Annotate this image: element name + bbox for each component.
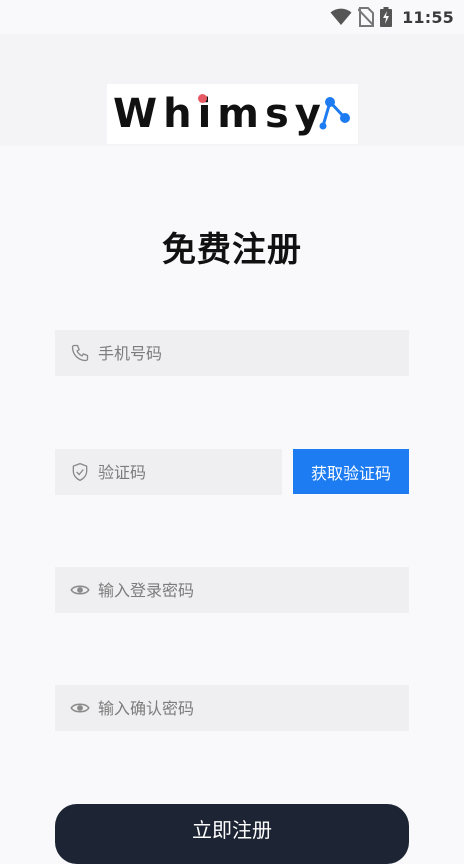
status-icons: 11:55 <box>330 6 454 28</box>
eye-icon[interactable] <box>70 698 90 718</box>
battery-charging-icon <box>380 7 393 27</box>
shield-check-icon <box>70 462 90 482</box>
phone-input[interactable] <box>98 330 409 376</box>
eye-icon[interactable] <box>70 580 90 600</box>
password-input[interactable] <box>98 567 409 613</box>
phone-icon <box>70 343 90 363</box>
code-field[interactable] <box>55 449 298 495</box>
app-logo: Whimsy <box>107 84 358 144</box>
page-title: 免费注册 <box>162 230 302 270</box>
confirm-password-field[interactable] <box>55 685 409 731</box>
logo-network-icon <box>315 96 351 134</box>
get-code-button[interactable]: 获取验证码 <box>293 449 409 494</box>
status-time: 11:55 <box>402 7 454 27</box>
confirm-password-input[interactable] <box>98 685 409 731</box>
register-button[interactable]: 立即注册 <box>55 804 409 864</box>
status-bar: 11:55 <box>0 0 464 34</box>
password-field[interactable] <box>55 567 409 613</box>
code-input[interactable] <box>98 449 298 495</box>
logo-dot <box>198 94 207 103</box>
phone-field[interactable] <box>55 330 409 376</box>
wifi-icon <box>330 8 352 26</box>
logo-wordmark: Whimsy <box>113 91 327 137</box>
no-sim-icon <box>358 7 375 27</box>
